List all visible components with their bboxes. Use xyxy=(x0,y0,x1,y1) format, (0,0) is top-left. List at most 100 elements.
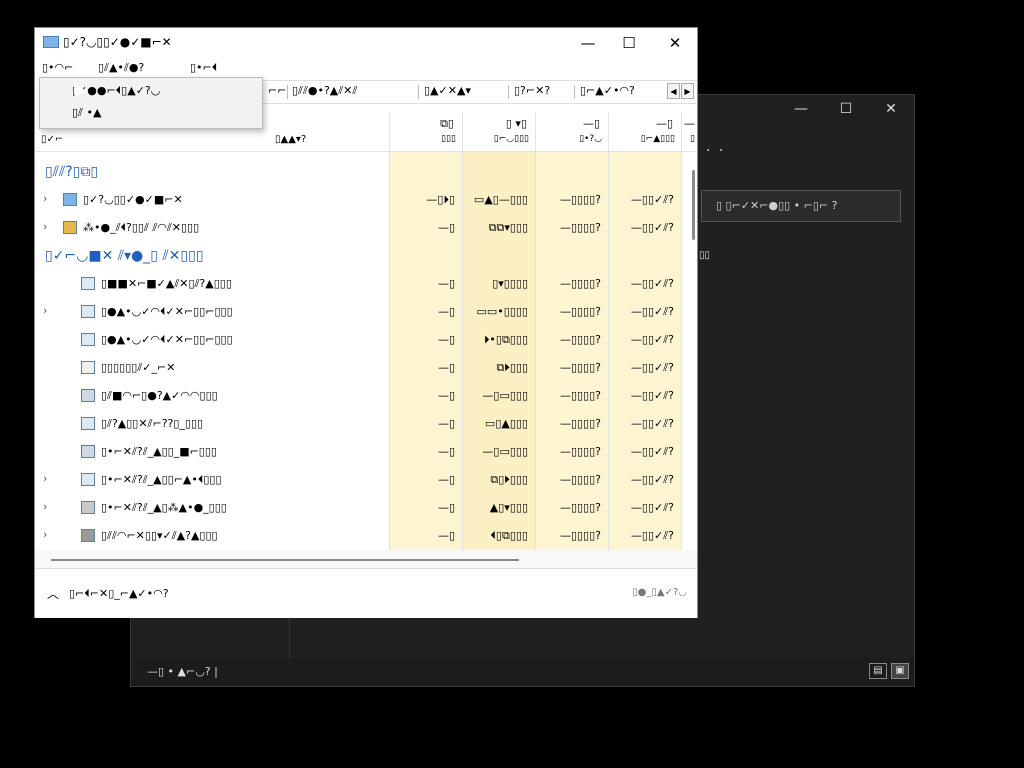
process-row[interactable]: › ▯•⌐✕⫽?⫽_▲▯⁂▲•●_▯▯▯ —▯ ▲▯▾▯▯▯ —▯▯▯▯? —▯▯✓⫽? xyxy=(35,494,680,522)
process-name: ▯●▲•◡✓◠⏴✓✕⌐▯▯⌐▯▯▯ xyxy=(101,305,233,318)
group-header: ▯⫽⫽?▯⧉▯ xyxy=(35,158,685,186)
column-disk[interactable]: —▯ ▯•?◡ xyxy=(535,112,608,151)
window-title: ▯✓?◡▯▯✓●✓■⌐✕ xyxy=(63,35,172,49)
process-name: ▯•⌐✕⫽?⫽_▲▯▯_■⌐▯▯▯ xyxy=(101,445,217,458)
process-net-value: —▯▯✓⫽? xyxy=(630,473,674,486)
memory-subheader: ▯⌐◡▯▯▯ xyxy=(493,134,529,144)
group-title: ▯✓⌐◡■✕ ⫽▾●_▯ ⫽✕▯▯▯ xyxy=(45,248,204,264)
bg-close-button[interactable]: ✕ xyxy=(876,101,906,117)
process-mem-value: ▲▯▾▯▯▯ xyxy=(489,501,528,514)
bg-search-input[interactable]: ▯ ▯⌐✓✕⌐●▯▯ • ⌐▯⌐ ? xyxy=(701,190,901,222)
tab-separator xyxy=(508,85,509,99)
group-header: ▯✓⌐◡■✕ ⫽▾●_▯ ⫽✕▯▯▯ xyxy=(35,242,685,270)
fewer-details-button[interactable]: ▯⌐⏴⌐✕▯_⌐▲✓•◠? xyxy=(69,587,169,601)
expand-chevron-icon[interactable]: › xyxy=(43,500,47,513)
process-net-value: —▯▯✓⫽? xyxy=(630,333,674,346)
process-mem-value: ⧉⧉▾▯▯▯ xyxy=(488,221,528,234)
tab-performance[interactable]: ▯⫽⫽●•?▲⫽✕⫽ xyxy=(292,84,357,98)
tab-startup[interactable]: ▯?⌐✕? xyxy=(514,84,550,97)
network-header: —▯ xyxy=(655,117,673,130)
menu-options[interactable]: ▯⫽▲•⫽●? xyxy=(95,61,147,75)
process-mem-value: ▭▲▯—▯▯▯ xyxy=(473,193,528,206)
gpu-subheader: ▯ xyxy=(690,134,695,144)
process-mem-value: ▭▭•▯▯▯▯ xyxy=(476,305,529,318)
process-icon xyxy=(81,361,95,374)
titlebar[interactable]: ▯✓?◡▯▯✓●✓■⌐✕ — ☐ ✕ xyxy=(35,28,697,58)
process-mem-value: ▭▯▲▯▯▯ xyxy=(484,417,528,430)
process-row[interactable]: › ▯✓?◡▯▯✓●✓■⌐✕ —▯⏵▯ ▭▲▯—▯▯▯ —▯▯▯▯? —▯▯✓⫽? xyxy=(35,186,680,214)
process-row[interactable]: › ▯●▲•◡✓◠⏴✓✕⌐▯▯⌐▯▯▯ —▯ ▭▭•▯▯▯▯ —▯▯▯▯? —▯▯✓⫽? xyxy=(35,298,680,326)
process-net-value: —▯▯✓⫽? xyxy=(630,501,674,514)
process-row[interactable]: ▯•⌐✕⫽?⫽_▲▯▯_■⌐▯▯▯ —▯ —▯▭▯▯▯ —▯▯▯▯? —▯▯✓⫽? xyxy=(35,438,680,466)
process-disk-value: —▯▯▯▯? xyxy=(559,333,601,346)
tab-separator xyxy=(418,85,419,99)
process-net-value: —▯▯✓⫽? xyxy=(630,193,674,206)
end-task-button[interactable]: ▯●_▯▲✓?◡ xyxy=(632,587,687,598)
horizontal-scrollbar[interactable] xyxy=(51,559,519,561)
process-name: ▯⫽⫽◠⌐✕▯▯▾✓⫽▲?▲▯▯▯ xyxy=(101,529,218,542)
column-memory[interactable]: ▯ ▾▯ ▯⌐◡▯▯▯ xyxy=(462,112,535,151)
process-disk-value: —▯▯▯▯? xyxy=(559,501,601,514)
expand-chevron-icon[interactable]: › xyxy=(43,528,47,541)
tab-scroll-left-icon[interactable]: ◀ xyxy=(667,83,680,99)
process-disk-value: —▯▯▯▯? xyxy=(559,193,601,206)
app-icon xyxy=(43,36,59,48)
process-cpu-value: —▯ xyxy=(437,305,455,318)
tab-scroll-right-icon[interactable]: ▶ xyxy=(681,83,694,99)
expand-chevron-icon[interactable]: › xyxy=(43,304,47,317)
process-list[interactable]: ▯⫽⫽?▯⧉▯ › ▯✓?◡▯▯✓●✓■⌐✕ —▯⏵▯ ▭▲▯—▯▯▯ —▯▯▯▯? —▯▯… xyxy=(35,152,689,550)
menu-view[interactable]: ▯•⌐⏴ xyxy=(187,61,220,75)
process-name: ▯•⌐✕⫽?⫽_▲▯⁂▲•●_▯▯▯ xyxy=(101,501,227,514)
tab-users[interactable]: ▯⌐▲✓•◠? xyxy=(580,84,635,97)
column-network[interactable]: —▯ ▯⌐▲▯▯▯ xyxy=(608,112,681,151)
vertical-scrollbar[interactable] xyxy=(692,170,695,240)
menu-file[interactable]: ▯•◠⌐ xyxy=(39,61,76,74)
network-subheader: ▯⌐▲▯▯▯ xyxy=(640,134,675,144)
expand-chevron-icon[interactable]: › xyxy=(43,472,47,485)
disk-header: —▯ xyxy=(582,117,600,130)
expand-chevron-icon[interactable]: › xyxy=(43,192,47,205)
process-cpu-value: —▯⏵▯ xyxy=(426,193,455,206)
process-cpu-value: —▯ xyxy=(437,277,455,290)
column-status[interactable]: ▯▲▲▾? xyxy=(275,134,306,145)
tiles-view-button[interactable]: ▣ xyxy=(891,663,909,679)
process-icon xyxy=(81,305,95,318)
column-cpu[interactable]: ⧉▯ ▯▯▯ xyxy=(389,112,462,151)
column-gpu[interactable]: — ▯ xyxy=(681,112,697,151)
process-mem-value: ▯▾▯▯▯▯ xyxy=(492,277,528,290)
task-manager-window[interactable]: ▯✓?◡▯▯✓●✓■⌐✕ — ☐ ✕ ▯•◠⌐ ▯⫽▲•⫽●? ▯•⌐⏴ ▯✓●… xyxy=(34,27,698,618)
process-row[interactable]: › ⁂•●_⫽⏴?▯▯⫽ ⫽◠⫽✕▯▯▯ —▯ ⧉⧉▾▯▯▯ —▯▯▯▯? —▯▯✓⫽? xyxy=(35,214,680,242)
minimize-button[interactable]: — xyxy=(570,32,606,54)
tab-app-history[interactable]: ▯▲✓✕▲▾ xyxy=(424,84,471,97)
process-cpu-value: —▯ xyxy=(437,417,455,430)
tab-processes[interactable]: ⌐⌐ xyxy=(268,84,286,97)
maximize-button[interactable]: ☐ xyxy=(611,32,647,54)
bg-minimize-button[interactable]: — xyxy=(786,101,816,117)
process-cpu-value: —▯ xyxy=(437,529,455,542)
process-mem-value: —▯▭▯▯▯ xyxy=(482,445,528,458)
process-row[interactable]: ▯●▲•◡✓◠⏴✓✕⌐▯▯⌐▯▯▯ —▯ ⏵•▯⧉▯▯▯ —▯▯▯▯? —▯▯✓⫽? xyxy=(35,326,680,354)
expand-chevron-icon[interactable]: › xyxy=(43,220,47,233)
menu-exit[interactable]: ▯⫽ •▲ xyxy=(72,106,101,120)
process-row[interactable]: › ▯⫽⫽◠⌐✕▯▯▾✓⫽▲?▲▯▯▯ —▯ ⏴▯⧉▯▯▯ —▯▯▯▯? —▯▯✓⫽? xyxy=(35,522,680,550)
details-view-button[interactable]: ▤ xyxy=(869,663,887,679)
process-row[interactable]: ▯⫽?▲▯▯✕⫽⌐??▯_▯▯▯ —▯ ▭▯▲▯▯▯ —▯▯▯▯? —▯▯✓⫽? xyxy=(35,410,680,438)
process-row[interactable]: › ▯•⌐✕⫽?⫽_▲▯▯⌐▲•⏴▯▯▯ —▯ ⧉▯⏵▯▯▯ —▯▯▯▯? —▯▯✓⫽? xyxy=(35,466,680,494)
process-disk-value: —▯▯▯▯? xyxy=(559,221,601,234)
process-row[interactable]: ▯■■✕⌐■✓▲⫽✕▯⫽?▲▯▯▯ —▯ ▯▾▯▯▯▯ —▯▯▯▯? —▯▯✓⫽? xyxy=(35,270,680,298)
process-cpu-value: —▯ xyxy=(437,473,455,486)
process-icon xyxy=(81,529,95,542)
process-net-value: —▯▯✓⫽? xyxy=(630,305,674,318)
bg-maximize-button[interactable]: ☐ xyxy=(831,101,861,117)
bg-subtitle: · · xyxy=(706,143,726,159)
column-name[interactable]: ▯✓⌐ xyxy=(41,134,63,145)
process-name: ▯■■✕⌐■✓▲⫽✕▯⫽?▲▯▯▯ xyxy=(101,277,232,290)
process-net-value: —▯▯✓⫽? xyxy=(630,529,674,542)
process-row[interactable]: ▯⫽■◠⌐▯●?▲✓◠◠▯▯▯ —▯ —▯▭▯▯▯ —▯▯▯▯? —▯▯✓⫽? xyxy=(35,382,680,410)
process-mem-value: ⏴▯⧉▯▯▯ xyxy=(490,529,528,542)
bg-status-text: —▯ • ▲⌐◡? | xyxy=(147,665,218,678)
close-button[interactable]: ✕ xyxy=(657,32,693,54)
process-row[interactable]: ▯▯▯▯▯▯⫽✓_⌐✕ —▯ ⧉⏵▯▯▯ —▯▯▯▯? —▯▯✓⫽? xyxy=(35,354,680,382)
chevron-up-icon[interactable]: ︿ xyxy=(47,585,59,602)
process-mem-value: ⧉▯⏵▯▯▯ xyxy=(490,473,528,486)
